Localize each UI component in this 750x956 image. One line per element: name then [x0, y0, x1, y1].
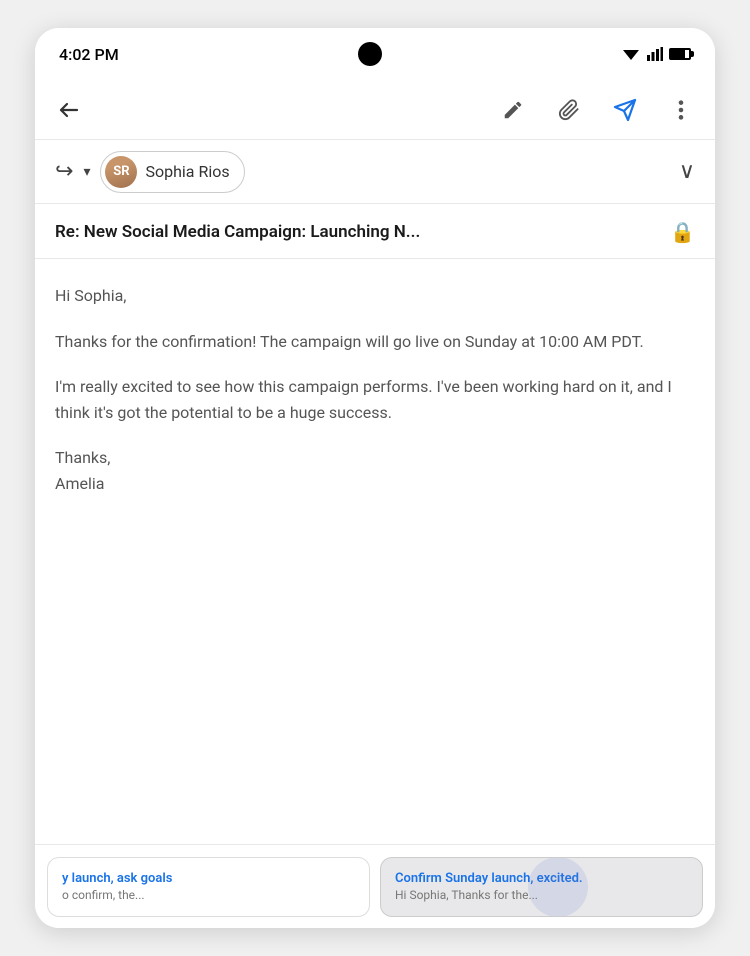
smart-reply-bar: y launch, ask goals o confirm, the... Co… [35, 844, 715, 928]
avatar: SR [105, 156, 137, 188]
status-time: 4:02 PM [59, 45, 119, 64]
send-button[interactable] [607, 92, 643, 128]
smart-reply-title-2: Confirm Sunday launch, excited. [395, 871, 688, 886]
camera-dot [358, 42, 382, 66]
smart-reply-preview-1: o confirm, the... [62, 888, 355, 902]
signal-icon [647, 47, 663, 61]
reply-dropdown[interactable]: ▾ [83, 164, 90, 180]
recipient-chip[interactable]: SR Sophia Rios [100, 151, 244, 193]
smart-reply-preview-2: Hi Sophia, Thanks for the... [395, 888, 688, 902]
recipient-name: Sophia Rios [145, 162, 229, 181]
more-button[interactable] [663, 92, 699, 128]
reply-button[interactable]: ↩ [55, 159, 73, 184]
wifi-icon [621, 46, 641, 62]
email-paragraph-2: I'm really excited to see how this campa… [55, 374, 695, 425]
email-closing: Thanks, Amelia [55, 445, 695, 496]
subject-text: Re: New Social Media Campaign: Launching… [55, 222, 420, 242]
back-button[interactable] [51, 92, 87, 128]
email-greeting: Hi Sophia, [55, 283, 695, 309]
reply-icon: ↩ [55, 159, 73, 184]
recipient-row: ↩ ▾ SR Sophia Rios ∨ [35, 140, 715, 204]
status-bar: 4:02 PM [35, 28, 715, 80]
attach-button[interactable] [551, 92, 587, 128]
edit-button[interactable] [495, 92, 531, 128]
lock-icon: 🔒 [670, 220, 695, 244]
status-icons [621, 46, 691, 62]
smart-reply-title-1: y launch, ask goals [62, 871, 355, 886]
smart-reply-chip-1[interactable]: y launch, ask goals o confirm, the... [47, 857, 370, 917]
toolbar [35, 80, 715, 140]
expand-button[interactable]: ∨ [679, 159, 695, 184]
email-body: Hi Sophia, Thanks for the confirmation! … [35, 259, 715, 844]
battery-icon [669, 48, 691, 60]
subject-row: Re: New Social Media Campaign: Launching… [35, 204, 715, 259]
email-paragraph-1: Thanks for the confirmation! The campaig… [55, 329, 695, 355]
smart-reply-chip-2[interactable]: Confirm Sunday launch, excited. Hi Sophi… [380, 857, 703, 917]
